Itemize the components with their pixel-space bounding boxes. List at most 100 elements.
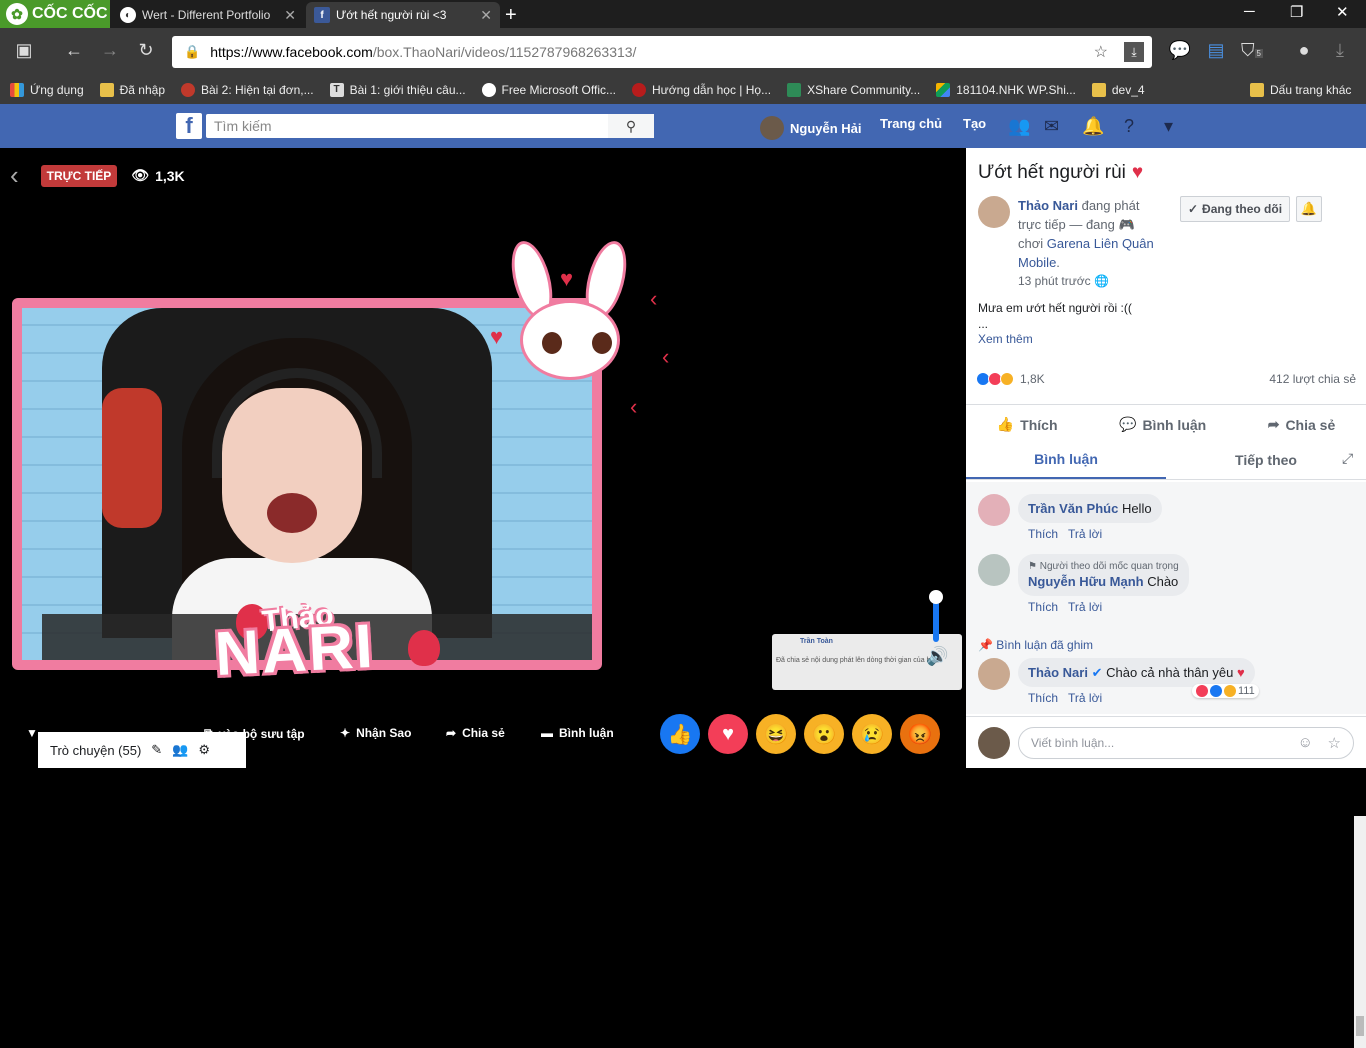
reload-icon[interactable]: ↻ [134,40,158,61]
bookmark-drive[interactable]: 181104.NHK WP.Shi... [936,83,1076,97]
video-player[interactable]: ‹ TRỰC TIẾP 👁 1,3K ♥ ‹ ♥ ‹ ‹ Thảo NARI Tr… [0,148,966,768]
close-window-icon[interactable]: ✕ [1336,3,1349,21]
like-button[interactable]: 👍 Thích [997,416,1058,433]
settings-gear-icon[interactable]: ⚙ [198,742,210,758]
chat-toggle[interactable]: Trò chuyện (55) ✎ 👥 ⚙ [38,732,246,768]
like-reaction-icon[interactable]: 👍 [660,714,700,754]
minimize-icon[interactable]: ─ [1244,3,1255,20]
volume-knob[interactable] [929,590,943,604]
comment-reply-link[interactable]: Trả lời [1068,527,1102,541]
back-icon[interactable]: ← [62,40,86,61]
group-icon[interactable]: 👥 [172,742,188,758]
avatar[interactable] [978,658,1010,690]
downloads-icon[interactable]: ⤓ [1328,40,1352,61]
comment-input[interactable]: Viết bình luận... ☺ ☆ [1018,727,1354,759]
translate-icon[interactable]: ▤ [1204,40,1228,61]
commenter-name[interactable]: Trần Văn Phúc [1028,501,1118,516]
comments-scrollbar[interactable] [1354,816,1366,1048]
sheet-icon [787,83,802,97]
new-tab-icon[interactable]: + [505,4,517,27]
search-icon[interactable]: ⚲ [608,114,654,138]
angry-reaction-icon[interactable]: 😡 [900,714,940,754]
video-comment-button[interactable]: ▬ Bình luận [541,726,614,740]
haha-mini-icon [1000,372,1014,386]
wow-reaction-icon[interactable]: 😮 [804,714,844,754]
tab-portfolio[interactable]: ◐ Wert - Different Portfolio I ✕ [112,2,304,28]
emoji-icon[interactable]: ☺ [1298,734,1313,751]
comment-button[interactable]: 💬 Bình luận [1119,416,1206,433]
download-page-icon[interactable]: ⤓ [1124,42,1144,62]
bookmark-apps[interactable]: Ứng dụng [10,83,84,97]
bookmark-imported[interactable]: Đã nhập [99,83,165,97]
comment-like-link[interactable]: Thích [1028,600,1058,614]
help-icon[interactable]: ? [1124,116,1134,137]
bookmark-huongdan[interactable]: Hướng dẫn học | Họ... [632,83,771,97]
notification-bell-button[interactable]: 🔔 [1296,196,1322,222]
friends-icon[interactable]: 👥 [1008,116,1030,137]
shield-extension-icon[interactable]: ⛉ 5 [1240,40,1264,61]
account-menu-icon[interactable]: ▾ [1164,116,1173,137]
fb-create-link[interactable]: Tạo [963,116,986,131]
comment-reply-link[interactable]: Trả lời [1068,600,1102,614]
see-more-link[interactable]: Xem thêm [978,332,1033,346]
share-button[interactable]: ➦ Chia sẻ [1268,416,1336,433]
following-button[interactable]: ✓ Đang theo dõi [1180,196,1290,222]
tab-video[interactable]: f Ướt hết người rùi <3 ✕ [306,2,500,28]
globe-icon [481,83,496,97]
streamer-avatar[interactable] [978,196,1010,228]
love-reaction-icon[interactable]: ♥ [708,714,748,754]
bookmark-xshare[interactable]: XShare Community... [787,83,920,97]
video-header: ‹ TRỰC TIẾP 👁 1,3K [10,160,185,191]
comment-like-link[interactable]: Thích [1028,527,1058,541]
profile-icon[interactable]: ● [1292,40,1316,61]
volume-icon[interactable]: 🔊 [926,646,948,667]
back-chevron-icon[interactable]: ‹ [10,160,19,191]
notifications-icon[interactable]: 🔔 [1082,116,1104,137]
comment-like-link[interactable]: Thích [1028,691,1058,705]
sad-reaction-icon[interactable]: 😢 [852,714,892,754]
haha-reaction-icon[interactable]: 😆 [756,714,796,754]
bookmark-bai2[interactable]: Bài 2: Hiện tại đơn,... [181,83,314,97]
facebook-logo-icon[interactable]: f [176,113,202,139]
bookmark-star-icon[interactable]: ☆ [1094,42,1108,62]
post-time: 13 phút trước 🌐 [1018,272,1158,291]
avatar[interactable] [978,494,1010,526]
commenter-name[interactable]: Nguyễn Hữu Mạnh [1028,574,1144,589]
edit-icon[interactable]: ✎ [151,742,162,758]
address-bar[interactable]: 🔒 https://www.facebook.com/box.ThaoNari/… [172,36,1152,68]
url-host: https://www.facebook.com [210,44,373,60]
tab-up-next[interactable]: Tiếp theo [1166,440,1366,479]
sticker-icon[interactable]: ☆ [1328,734,1341,752]
stars-button[interactable]: ✦ Nhận Sao [340,726,411,740]
forward-icon[interactable]: → [98,40,122,61]
sidebar-toggle-icon[interactable]: ▣ [12,40,36,61]
reaction-stats[interactable]: 1,8K 412 lượt chia sẻ [976,372,1356,386]
fb-profile-link[interactable]: Nguyễn Hải [760,116,862,140]
maximize-icon[interactable]: ❐ [1290,3,1303,21]
avatar[interactable] [978,554,1010,586]
stream-status: Thảo Nari đang phát trực tiếp — đang 🎮 c… [1018,196,1158,291]
commenter-name[interactable]: Thảo Nari [1028,665,1088,680]
chat-extension-icon[interactable]: 💬 [1168,40,1192,61]
fb-home-link[interactable]: Trang chủ [880,116,942,131]
comment-text: Chào cả nhà thân yêu [1106,665,1234,680]
messenger-icon[interactable]: ✉ [1044,116,1059,137]
expand-icon[interactable]: ⤢ [1342,450,1353,467]
tab-comments[interactable]: Bình luận [966,440,1166,479]
comment-reactions[interactable]: 111 [1192,684,1259,698]
bookmark-office[interactable]: Free Microsoft Offic... [481,83,616,97]
bookmark-bai1[interactable]: T Bài 1: giới thiệu câu... [329,83,466,97]
video-share-button[interactable]: ➦ Chia sẻ [446,726,505,740]
coccoc-logo[interactable]: ✿ CỐC CỐC [0,0,110,28]
scrollbar-thumb[interactable] [1356,1016,1364,1036]
bookmark-dev4[interactable]: dev_4 [1091,83,1145,97]
close-tab-icon[interactable]: ✕ [480,7,492,24]
bookmark-other[interactable]: Dấu trang khác [1250,83,1351,97]
save-button[interactable]: ▼ [26,726,38,740]
fb-search-input[interactable]: Tìm kiếm ⚲ [206,114,654,138]
streamer-name[interactable]: Thảo Nari [1018,198,1078,213]
close-tab-icon[interactable]: ✕ [284,7,296,24]
share-count[interactable]: 412 lượt chia sẻ [1269,372,1356,386]
comment-reply-link[interactable]: Trả lời [1068,691,1102,705]
comment-label: Bình luận [559,726,614,740]
